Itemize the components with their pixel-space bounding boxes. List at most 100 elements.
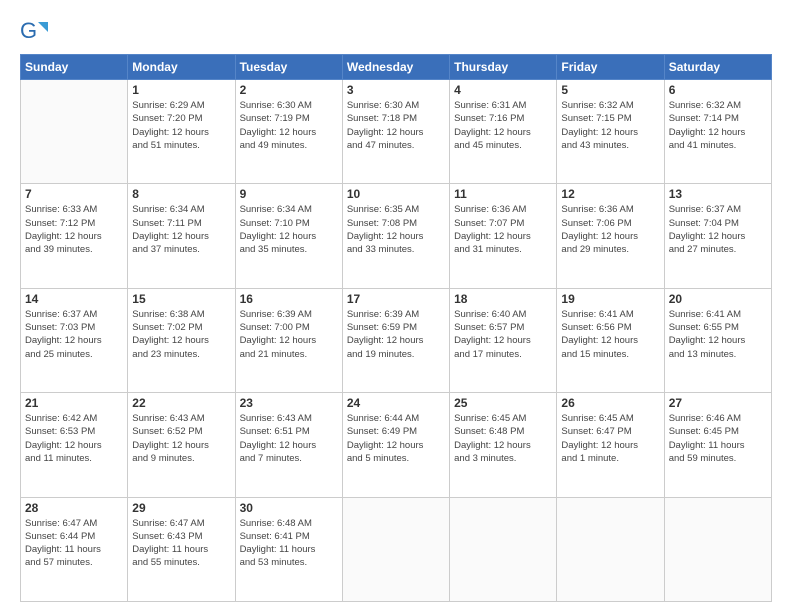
day-number: 12 [561, 187, 659, 201]
table-row: 7Sunrise: 6:33 AM Sunset: 7:12 PM Daylig… [21, 184, 128, 288]
day-number: 16 [240, 292, 338, 306]
table-row: 17Sunrise: 6:39 AM Sunset: 6:59 PM Dayli… [342, 288, 449, 392]
day-info: Sunrise: 6:45 AM Sunset: 6:48 PM Dayligh… [454, 412, 552, 465]
table-row: 10Sunrise: 6:35 AM Sunset: 7:08 PM Dayli… [342, 184, 449, 288]
day-info: Sunrise: 6:37 AM Sunset: 7:03 PM Dayligh… [25, 308, 123, 361]
logo-icon: G [20, 18, 48, 46]
table-row: 14 Sunrise: 6:37 AM Sunset: 7:03 PM Dayli… [21, 288, 128, 392]
day-number: 8 [132, 187, 230, 201]
table-row: 9Sunrise: 6:34 AM Sunset: 7:10 PM Daylig… [235, 184, 342, 288]
day-number: 15 [132, 292, 230, 306]
col-sunday: Sunday [21, 55, 128, 80]
table-row: 29 Sunrise: 6:47 AM Sunset: 6:43 PM Dayli… [128, 497, 235, 601]
day-number: 21 [25, 396, 123, 410]
day-info: Sunrise: 6:41 AM Sunset: 6:56 PM Dayligh… [561, 308, 659, 361]
day-number: 3 [347, 83, 445, 97]
calendar-header-row: Sunday Monday Tuesday Wednesday Thursday… [21, 55, 772, 80]
day-info: Sunrise: 6:36 AM Sunset: 7:07 PM Dayligh… [454, 203, 552, 256]
day-number: 6 [669, 83, 767, 97]
day-info: Sunrise: 6:42 AM Sunset: 6:53 PM Dayligh… [25, 412, 123, 465]
day-number: 27 [669, 396, 767, 410]
table-row: 30 Sunrise: 6:48 AM Sunset: 6:41 PM Dayli… [235, 497, 342, 601]
table-row: 2 Sunrise: 6:30 AM Sunset: 7:19 PM Daylig… [235, 80, 342, 184]
day-number: 22 [132, 396, 230, 410]
col-monday: Monday [128, 55, 235, 80]
calendar-week-row: 21 Sunrise: 6:42 AM Sunset: 6:53 PM Dayli… [21, 393, 772, 497]
day-info: Sunrise: 6:33 AM Sunset: 7:12 PM Dayligh… [25, 203, 123, 256]
day-number: 18 [454, 292, 552, 306]
table-row: 6 Sunrise: 6:32 AM Sunset: 7:14 PM Daylig… [664, 80, 771, 184]
day-info: Sunrise: 6:47 AM Sunset: 6:44 PM Dayligh… [25, 517, 123, 570]
day-info: Sunrise: 6:30 AM Sunset: 7:19 PM Dayligh… [240, 99, 338, 152]
calendar-table: Sunday Monday Tuesday Wednesday Thursday… [20, 54, 772, 602]
calendar-week-row: 1 Sunrise: 6:29 AM Sunset: 7:20 PM Daylig… [21, 80, 772, 184]
day-number: 25 [454, 396, 552, 410]
table-row: 24Sunrise: 6:44 AM Sunset: 6:49 PM Dayli… [342, 393, 449, 497]
day-info: Sunrise: 6:48 AM Sunset: 6:41 PM Dayligh… [240, 517, 338, 570]
day-info: Sunrise: 6:43 AM Sunset: 6:52 PM Dayligh… [132, 412, 230, 465]
day-info: Sunrise: 6:40 AM Sunset: 6:57 PM Dayligh… [454, 308, 552, 361]
table-row: 21 Sunrise: 6:42 AM Sunset: 6:53 PM Dayli… [21, 393, 128, 497]
day-number: 28 [25, 501, 123, 515]
day-info: Sunrise: 6:32 AM Sunset: 7:14 PM Dayligh… [669, 99, 767, 152]
day-info: Sunrise: 6:45 AM Sunset: 6:47 PM Dayligh… [561, 412, 659, 465]
calendar-week-row: 14 Sunrise: 6:37 AM Sunset: 7:03 PM Dayli… [21, 288, 772, 392]
table-row [342, 497, 449, 601]
col-saturday: Saturday [664, 55, 771, 80]
day-number: 1 [132, 83, 230, 97]
table-row [557, 497, 664, 601]
table-row [450, 497, 557, 601]
table-row: 15 Sunrise: 6:38 AM Sunset: 7:02 PM Dayli… [128, 288, 235, 392]
page-header: G [20, 18, 772, 46]
day-number: 23 [240, 396, 338, 410]
day-number: 20 [669, 292, 767, 306]
day-info: Sunrise: 6:39 AM Sunset: 7:00 PM Dayligh… [240, 308, 338, 361]
table-row: 22 Sunrise: 6:43 AM Sunset: 6:52 PM Dayli… [128, 393, 235, 497]
day-number: 14 [25, 292, 123, 306]
table-row: 4 Sunrise: 6:31 AM Sunset: 7:16 PM Daylig… [450, 80, 557, 184]
day-number: 4 [454, 83, 552, 97]
table-row: 20 Sunrise: 6:41 AM Sunset: 6:55 PM Dayli… [664, 288, 771, 392]
table-row: 26 Sunrise: 6:45 AM Sunset: 6:47 PM Dayli… [557, 393, 664, 497]
day-info: Sunrise: 6:31 AM Sunset: 7:16 PM Dayligh… [454, 99, 552, 152]
day-info: Sunrise: 6:30 AM Sunset: 7:18 PM Dayligh… [347, 99, 445, 152]
day-info: Sunrise: 6:36 AM Sunset: 7:06 PM Dayligh… [561, 203, 659, 256]
day-info: Sunrise: 6:41 AM Sunset: 6:55 PM Dayligh… [669, 308, 767, 361]
day-info: Sunrise: 6:37 AM Sunset: 7:04 PM Dayligh… [669, 203, 767, 256]
table-row: 1 Sunrise: 6:29 AM Sunset: 7:20 PM Daylig… [128, 80, 235, 184]
table-row: 28 Sunrise: 6:47 AM Sunset: 6:44 PM Dayli… [21, 497, 128, 601]
day-number: 19 [561, 292, 659, 306]
calendar-week-row: 7Sunrise: 6:33 AM Sunset: 7:12 PM Daylig… [21, 184, 772, 288]
day-info: Sunrise: 6:43 AM Sunset: 6:51 PM Dayligh… [240, 412, 338, 465]
day-number: 10 [347, 187, 445, 201]
calendar-week-row: 28 Sunrise: 6:47 AM Sunset: 6:44 PM Dayli… [21, 497, 772, 601]
col-wednesday: Wednesday [342, 55, 449, 80]
day-info: Sunrise: 6:47 AM Sunset: 6:43 PM Dayligh… [132, 517, 230, 570]
table-row: 27Sunrise: 6:46 AM Sunset: 6:45 PM Dayli… [664, 393, 771, 497]
day-info: Sunrise: 6:44 AM Sunset: 6:49 PM Dayligh… [347, 412, 445, 465]
table-row: 8 Sunrise: 6:34 AM Sunset: 7:11 PM Daylig… [128, 184, 235, 288]
day-info: Sunrise: 6:34 AM Sunset: 7:11 PM Dayligh… [132, 203, 230, 256]
day-number: 17 [347, 292, 445, 306]
col-friday: Friday [557, 55, 664, 80]
table-row [21, 80, 128, 184]
day-number: 26 [561, 396, 659, 410]
table-row: 11Sunrise: 6:36 AM Sunset: 7:07 PM Dayli… [450, 184, 557, 288]
table-row [664, 497, 771, 601]
day-number: 30 [240, 501, 338, 515]
table-row: 25 Sunrise: 6:45 AM Sunset: 6:48 PM Dayli… [450, 393, 557, 497]
table-row: 23 Sunrise: 6:43 AM Sunset: 6:51 PM Dayli… [235, 393, 342, 497]
day-number: 9 [240, 187, 338, 201]
day-info: Sunrise: 6:32 AM Sunset: 7:15 PM Dayligh… [561, 99, 659, 152]
day-number: 2 [240, 83, 338, 97]
table-row: 13 Sunrise: 6:37 AM Sunset: 7:04 PM Dayli… [664, 184, 771, 288]
table-row: 19 Sunrise: 6:41 AM Sunset: 6:56 PM Dayli… [557, 288, 664, 392]
day-number: 29 [132, 501, 230, 515]
col-thursday: Thursday [450, 55, 557, 80]
day-number: 5 [561, 83, 659, 97]
day-info: Sunrise: 6:38 AM Sunset: 7:02 PM Dayligh… [132, 308, 230, 361]
day-info: Sunrise: 6:29 AM Sunset: 7:20 PM Dayligh… [132, 99, 230, 152]
day-number: 13 [669, 187, 767, 201]
logo: G [20, 18, 52, 46]
table-row: 12 Sunrise: 6:36 AM Sunset: 7:06 PM Dayli… [557, 184, 664, 288]
